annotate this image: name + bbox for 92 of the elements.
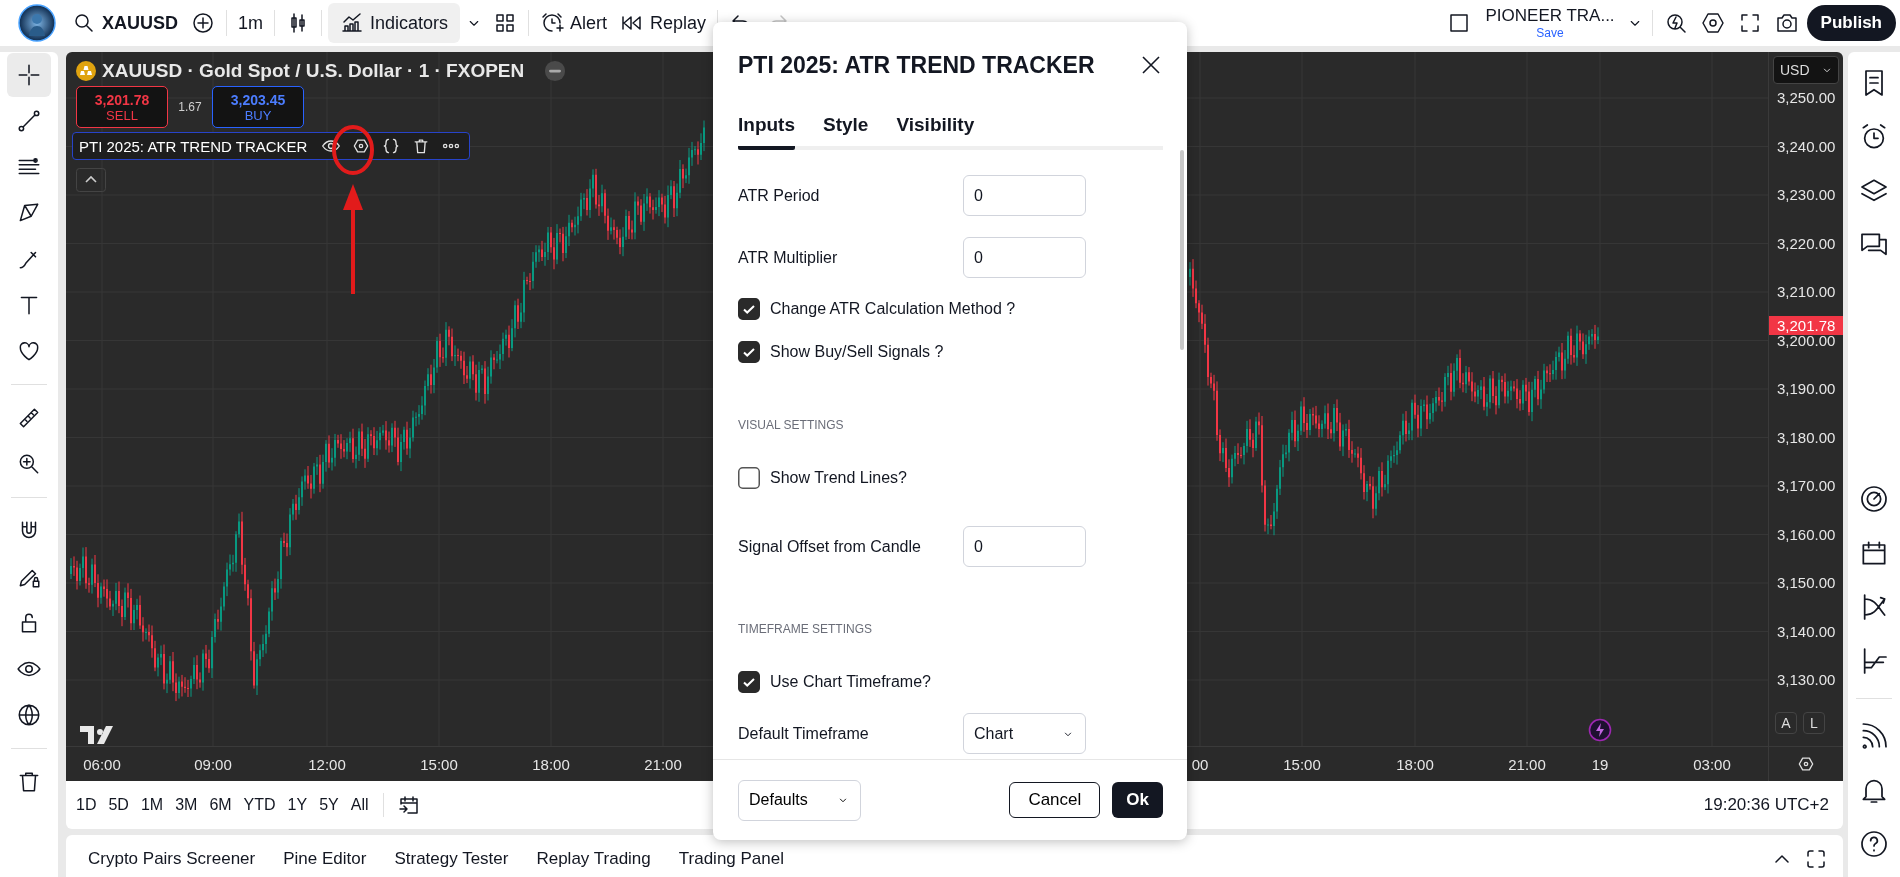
input-label: ATR Multiplier [738, 248, 839, 267]
time-label: 00 [1191, 756, 1209, 773]
section-heading: TIMEFRAME SETTINGS [738, 622, 872, 636]
range-button[interactable]: 5Y [313, 792, 345, 818]
range-button[interactable]: 5D [102, 792, 135, 818]
price-label: 3,130.00 [1777, 671, 1836, 688]
checkbox-label[interactable]: Use Chart Timeframe? [770, 673, 931, 691]
checkbox[interactable] [738, 467, 760, 489]
price-label: 3,220.00 [1777, 234, 1836, 252]
range-button[interactable]: All [344, 792, 375, 818]
indicator-name: PTI 2025: ATR TREND TRACKER [79, 137, 308, 155]
checkbox-label[interactable]: Show Trend Lines? [770, 469, 907, 487]
checkbox[interactable] [738, 298, 760, 320]
price-label: 3,190.00 [1777, 380, 1836, 397]
range-button[interactable]: 1Y [281, 792, 314, 818]
defaults-dropdown[interactable]: Defaults [738, 779, 861, 821]
time-label: 09:00 [194, 756, 232, 773]
section-heading: VISUAL SETTINGS [738, 418, 844, 432]
panel-tab[interactable]: Trading Panel [664, 845, 798, 873]
number-field[interactable]: 0 [963, 175, 1086, 216]
cancel-button[interactable]: Cancel [1009, 782, 1101, 818]
symbol-title: XAUUSD · Gold Spot / U.S. Dollar · 1 · FXOPEN [102, 60, 525, 82]
range-button[interactable]: 3M [169, 792, 204, 818]
timeframe-dropdown[interactable]: Chart [963, 713, 1086, 754]
checkbox-label[interactable]: Show Buy/Sell Signals ? [770, 343, 944, 361]
lightning-icon[interactable] [1588, 718, 1612, 742]
sell-button[interactable]: 3,201.78 SELL [76, 86, 168, 128]
time-label: 21:00 [1508, 756, 1546, 773]
dialog-title: PTI 2025: ATR TREND TRACKER [738, 51, 1096, 79]
number-field[interactable]: 0 [963, 237, 1086, 278]
indicators-button[interactable]: Indicators [328, 3, 461, 43]
price-label: 3,180.00 [1777, 428, 1836, 446]
panel-tab[interactable]: Pine Editor [269, 845, 381, 873]
price-label: 3,230.00 [1777, 186, 1836, 203]
panel-tab[interactable]: Crypto Pairs Screener [74, 845, 270, 873]
price-label: 3,170.00 [1777, 477, 1836, 494]
price-label: 3,140.00 [1777, 622, 1836, 640]
number-field[interactable]: 0 [963, 526, 1086, 567]
price-label: 3,240.00 [1777, 137, 1836, 155]
time-label: 12:00 [308, 756, 346, 773]
interval-button[interactable]: 1m [233, 6, 269, 40]
alarm-clock-icon [540, 11, 565, 35]
replay-button[interactable]: Replay [615, 5, 712, 41]
range-button[interactable]: 6M [203, 792, 238, 818]
bar-chart-icon [340, 11, 365, 35]
price-label: 3,250.00 [1777, 89, 1836, 106]
price-label: 3,210.00 [1777, 283, 1836, 300]
input-label: ATR Period [738, 186, 821, 205]
panel-tab[interactable]: Strategy Tester [380, 845, 523, 873]
checkbox[interactable] [738, 671, 760, 693]
spread-value: 1.67 [178, 100, 202, 114]
checkbox[interactable] [738, 341, 760, 363]
time-label: 18:00 [1396, 756, 1434, 773]
symbol-search-button[interactable]: XAUUSD [67, 5, 183, 41]
logo-icon [80, 726, 116, 746]
avatar-icon[interactable] [18, 4, 56, 42]
scale-mode-button[interactable]: L [1803, 712, 1825, 734]
ok-button[interactable]: Ok [1112, 782, 1163, 818]
time-label: 21:00 [644, 756, 682, 773]
clock-time[interactable]: 19:20:36 UTC+2 [1703, 795, 1829, 815]
time-label: 06:00 [83, 756, 121, 773]
buy-button[interactable]: 3,203.45 BUY [212, 86, 304, 128]
dialog-tab[interactable]: Style [823, 108, 869, 150]
range-button[interactable]: 1M [134, 792, 170, 818]
range-button[interactable]: 1D [70, 792, 103, 818]
input-label: Signal Offset from Candle [738, 537, 922, 556]
indicator-legend[interactable]: PTI 2025: ATR TREND TRACKER [72, 132, 471, 160]
dialog-tab[interactable]: Inputs [738, 108, 795, 150]
annotation-circle [331, 124, 375, 176]
input-label: Default Timeframe [738, 724, 870, 743]
search-icon [72, 11, 96, 35]
checkbox-label[interactable]: Change ATR Calculation Method ? [770, 300, 1016, 318]
alert-button[interactable]: Alert [535, 5, 613, 41]
panel-tab[interactable]: Replay Trading [522, 845, 665, 873]
range-button[interactable]: YTD [237, 792, 282, 818]
dialog-tab[interactable]: Visibility [896, 108, 975, 150]
time-label: 15:00 [420, 756, 458, 773]
price-label: 3,150.00 [1777, 574, 1836, 591]
publish-button[interactable]: Publish [1806, 5, 1896, 41]
scale-mode-button[interactable]: A [1775, 712, 1797, 734]
last-price-tag: 3,201.78 [1769, 316, 1843, 335]
time-label: 03:00 [1693, 756, 1731, 773]
time-label: 19 [1591, 756, 1609, 773]
crosshair-icon[interactable] [7, 53, 51, 97]
caret-up-icon[interactable] [76, 168, 106, 192]
currency-dropdown[interactable]: USD [1773, 56, 1839, 84]
collapse-icon[interactable] [544, 60, 567, 82]
layout-button[interactable]: PIONEER TRA... Save [1479, 6, 1621, 40]
time-label: 18:00 [532, 756, 570, 773]
symbol-icon [76, 61, 96, 81]
time-label: 15:00 [1283, 756, 1321, 773]
price-label: 3,160.00 [1777, 525, 1836, 543]
